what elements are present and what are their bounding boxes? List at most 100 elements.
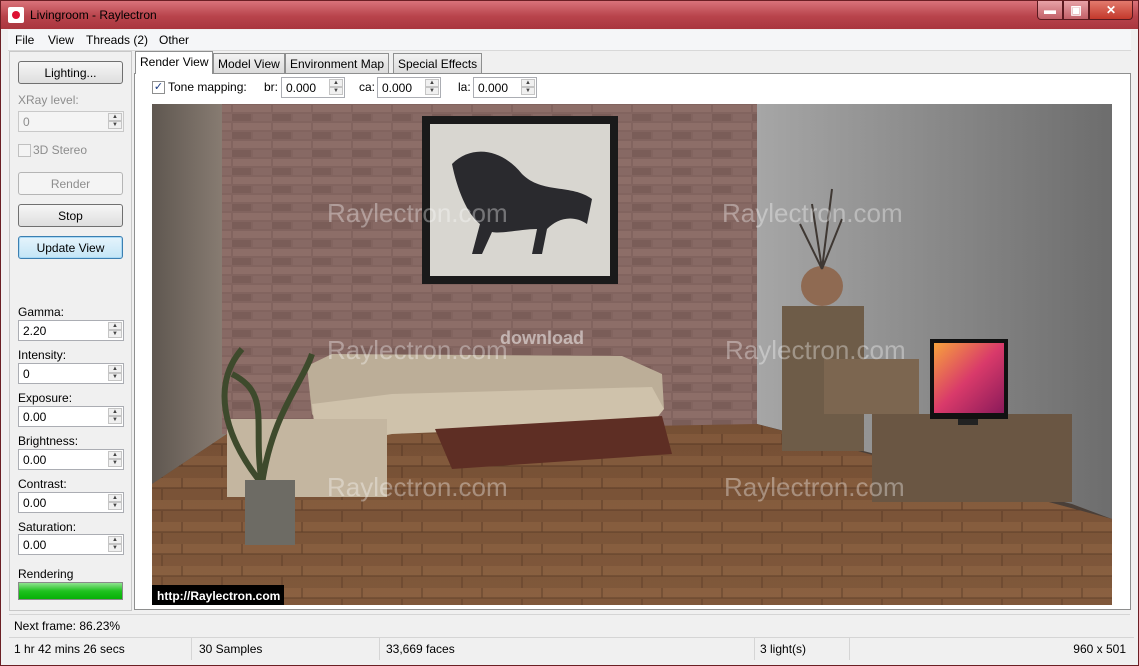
exposure-spinner[interactable]: 0.00 ▲ ▼	[18, 406, 124, 427]
spin-down-icon[interactable]: ▼	[329, 87, 343, 95]
status-divider	[379, 638, 380, 660]
tv-stand	[958, 419, 978, 425]
ca-spinner[interactable]: 0.000 ▲ ▼	[377, 77, 441, 98]
spin-down-icon[interactable]: ▼	[108, 502, 122, 510]
tone-mapping-label: Tone mapping:	[168, 80, 247, 94]
exposure-label: Exposure:	[18, 391, 73, 405]
la-spinner[interactable]: 0.000 ▲ ▼	[473, 77, 537, 98]
tab-special-effects[interactable]: Special Effects	[393, 53, 483, 73]
watermark-text: Raylectron.com	[722, 198, 903, 228]
plant-pot	[245, 480, 295, 545]
watermark-text: Raylectron.com	[327, 198, 508, 228]
spin-down-icon[interactable]: ▼	[108, 121, 122, 129]
contrast-value: 0.00	[23, 496, 47, 510]
tab-model-view[interactable]: Model View	[213, 53, 285, 73]
rendering-progress-fill	[19, 583, 122, 599]
gamma-spinner[interactable]: 2.20 ▲ ▼	[18, 320, 124, 341]
spin-down-icon[interactable]: ▼	[521, 87, 535, 95]
brightness-spinner[interactable]: 0.00 ▲ ▼	[18, 449, 124, 470]
gamma-value: 2.20	[23, 324, 47, 338]
spin-down-icon[interactable]: ▼	[425, 87, 439, 95]
br-label: br:	[264, 80, 279, 94]
rendering-label: Rendering	[18, 567, 74, 581]
watermark-text: Raylectron.com	[725, 335, 906, 365]
spin-up-icon[interactable]: ▲	[425, 79, 439, 87]
status-bar: 1 hr 42 mins 26 secs 30 Samples 33,669 f…	[9, 637, 1134, 662]
lighting-button[interactable]: Lighting...	[18, 61, 123, 84]
tv-screen	[934, 343, 1004, 413]
shelf-box	[824, 359, 919, 414]
br-value: 0.000	[286, 81, 317, 95]
menu-other[interactable]: Other	[159, 33, 189, 47]
status-divider	[754, 638, 755, 660]
maximize-button[interactable]: ▣	[1063, 1, 1089, 20]
stereo-checkbox[interactable]	[18, 144, 31, 157]
status-bar-frame: Next frame: 86.23%	[9, 614, 1130, 635]
window-title: Livingroom - Raylectron	[30, 8, 157, 22]
gamma-label: Gamma:	[18, 305, 65, 319]
spin-up-icon[interactable]: ▲	[329, 79, 343, 87]
spin-up-icon[interactable]: ▲	[108, 494, 122, 502]
render-button[interactable]: Render	[18, 172, 123, 195]
spin-up-icon[interactable]: ▲	[108, 113, 122, 121]
stop-button[interactable]: Stop	[18, 204, 123, 227]
url-caption: http://Raylectron.com	[157, 589, 280, 603]
rendering-progress-bar	[18, 582, 123, 600]
light-count: 3 light(s)	[760, 642, 807, 656]
download-site-badge: download	[500, 328, 584, 348]
spin-up-icon[interactable]: ▲	[108, 536, 122, 544]
render-view-panel: ✓ Tone mapping: br: 0.000 ▲ ▼ ca: 0.000 ▲…	[134, 73, 1131, 610]
spin-up-icon[interactable]: ▲	[108, 365, 122, 373]
spin-down-icon[interactable]: ▼	[108, 373, 122, 381]
la-value: 0.000	[478, 81, 509, 95]
settings-panel: Lighting... XRay level: 0 ▲ ▼ 3D Stereo R…	[9, 51, 132, 611]
watermark-text: Raylectron.com	[327, 335, 508, 365]
elapsed-time: 1 hr 42 mins 26 secs	[14, 642, 125, 656]
la-label: la:	[458, 80, 471, 94]
caption-buttons: ▬ ▣ ✕	[1037, 1, 1133, 21]
intensity-label: Intensity:	[18, 348, 67, 362]
face-count: 33,669 faces	[386, 642, 455, 656]
spin-up-icon[interactable]: ▲	[108, 408, 122, 416]
spin-up-icon[interactable]: ▲	[108, 451, 122, 459]
xray-level-value: 0	[23, 115, 30, 129]
ca-label: ca:	[359, 80, 376, 94]
stereo-label: 3D Stereo	[33, 143, 88, 157]
saturation-spinner[interactable]: 0.00 ▲ ▼	[18, 534, 124, 555]
rendered-image[interactable]: Raylectron.com Raylectron.com Raylectron…	[152, 104, 1112, 605]
br-spinner[interactable]: 0.000 ▲ ▼	[281, 77, 345, 98]
intensity-value: 0	[23, 367, 30, 381]
spin-down-icon[interactable]: ▼	[108, 459, 122, 467]
spin-down-icon[interactable]: ▼	[108, 544, 122, 552]
app-icon[interactable]	[8, 7, 24, 23]
update-view-button[interactable]: Update View	[18, 236, 123, 259]
spin-up-icon[interactable]: ▲	[521, 79, 535, 87]
menu-threads[interactable]: Threads (2)	[86, 33, 148, 47]
exposure-value: 0.00	[23, 410, 47, 424]
intensity-spinner[interactable]: 0 ▲ ▼	[18, 363, 124, 384]
app-window: Livingroom - Raylectron ▬ ▣ ✕ File View …	[0, 0, 1139, 666]
living-room-render: Raylectron.com Raylectron.com Raylectron…	[152, 104, 1112, 605]
menu-view[interactable]: View	[48, 33, 74, 47]
xray-level-spinner[interactable]: 0 ▲ ▼	[18, 111, 124, 132]
menu-file[interactable]: File	[15, 33, 34, 47]
title-bar[interactable]: Livingroom - Raylectron ▬ ▣ ✕	[1, 1, 1138, 29]
tab-render-view[interactable]: Render View	[135, 51, 214, 74]
left-wall	[152, 104, 227, 484]
brightness-value: 0.00	[23, 453, 47, 467]
spin-up-icon[interactable]: ▲	[108, 322, 122, 330]
saturation-value: 0.00	[23, 538, 47, 552]
minimize-button[interactable]: ▬	[1037, 1, 1063, 20]
close-button[interactable]: ✕	[1089, 1, 1133, 20]
vase	[801, 266, 843, 306]
resolution: 960 x 501	[1073, 642, 1126, 656]
spin-down-icon[interactable]: ▼	[108, 330, 122, 338]
tone-mapping-toolbar: ✓ Tone mapping: br: 0.000 ▲ ▼ ca: 0.000 ▲…	[135, 74, 1130, 101]
saturation-label: Saturation:	[18, 520, 77, 534]
contrast-spinner[interactable]: 0.00 ▲ ▼	[18, 492, 124, 513]
watermark-text: Raylectron.com	[327, 472, 508, 502]
tab-environment-map[interactable]: Environment Map	[285, 53, 390, 73]
tone-mapping-checkbox[interactable]: ✓	[152, 81, 165, 94]
spin-down-icon[interactable]: ▼	[108, 416, 122, 424]
xray-label: XRay level:	[18, 93, 79, 107]
